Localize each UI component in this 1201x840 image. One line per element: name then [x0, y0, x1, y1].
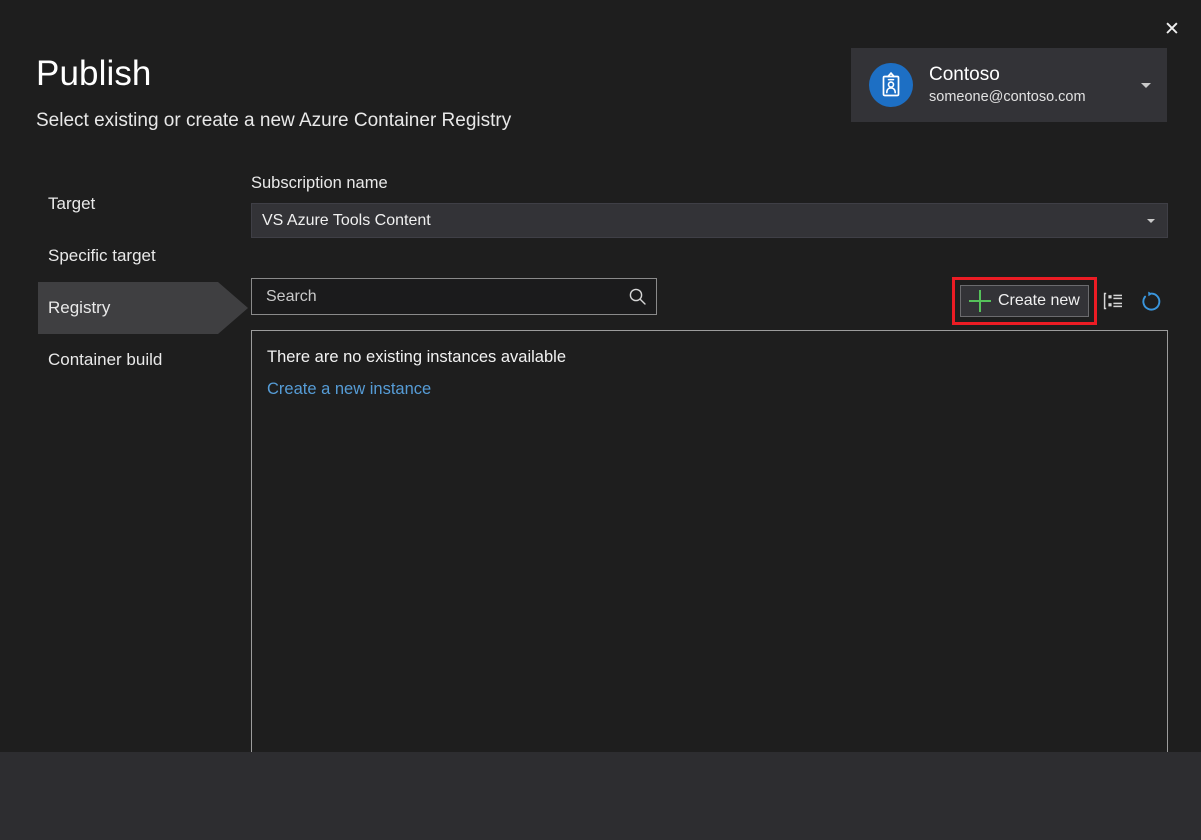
search-input[interactable]: [252, 279, 618, 314]
chevron-down-icon: [1147, 219, 1155, 223]
page-subtitle: Select existing or create a new Azure Co…: [36, 108, 511, 134]
sidebar-item-label: Registry: [48, 298, 110, 318]
search-box[interactable]: [251, 278, 657, 315]
instances-panel: There are no existing instances availabl…: [251, 330, 1168, 763]
id-badge-icon: [869, 63, 913, 107]
account-card[interactable]: Contoso someone@contoso.com: [851, 48, 1167, 122]
tree-view-icon[interactable]: [1101, 288, 1127, 314]
sidebar-item-registry[interactable]: Registry: [0, 282, 250, 334]
account-name: Contoso: [929, 63, 1086, 87]
sidebar-item-label: Target: [48, 194, 95, 214]
sidebar: Target Specific target Registry Containe…: [0, 178, 250, 386]
sidebar-item-specific-target[interactable]: Specific target: [0, 230, 250, 282]
empty-state-message: There are no existing instances availabl…: [267, 348, 566, 367]
sidebar-item-label: Container build: [48, 350, 162, 370]
publish-dialog: ✕ Publish Select existing or create a ne…: [0, 0, 1201, 840]
sidebar-item-label: Specific target: [48, 246, 156, 266]
create-new-button[interactable]: Create new: [960, 285, 1089, 317]
refresh-icon[interactable]: [1138, 288, 1164, 314]
create-new-instance-link[interactable]: Create a new instance: [267, 380, 431, 399]
subscription-value: VS Azure Tools Content: [262, 212, 431, 230]
search-icon[interactable]: [618, 279, 656, 314]
account-email: someone@contoso.com: [929, 87, 1086, 107]
dialog-footer: Back Next Finish Cancel: [0, 752, 1201, 840]
chevron-down-icon[interactable]: [1141, 83, 1151, 88]
sidebar-item-container-build[interactable]: Container build: [0, 334, 250, 386]
create-new-label: Create new: [998, 292, 1080, 310]
plus-icon: [969, 290, 991, 312]
selected-arrow-icon: [218, 282, 248, 334]
sidebar-item-target[interactable]: Target: [0, 178, 250, 230]
page-title: Publish: [36, 52, 152, 96]
account-text: Contoso someone@contoso.com: [929, 63, 1086, 107]
subscription-label: Subscription name: [251, 174, 388, 193]
subscription-dropdown[interactable]: VS Azure Tools Content: [251, 203, 1168, 238]
close-icon[interactable]: ✕: [1153, 12, 1191, 46]
